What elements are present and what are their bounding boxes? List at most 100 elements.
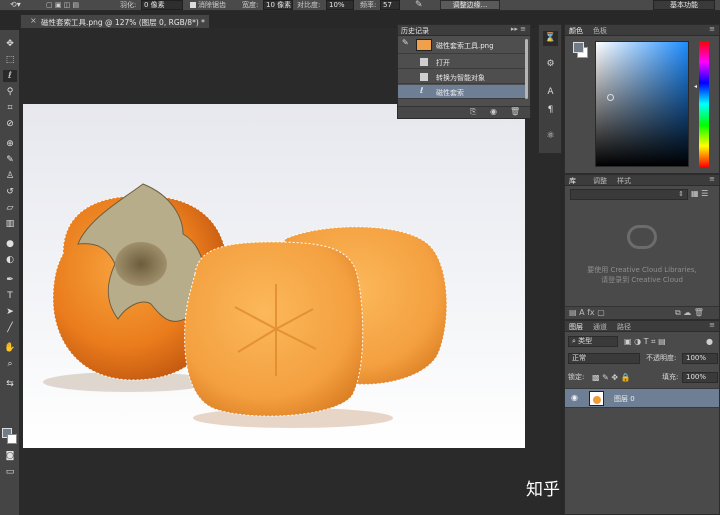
lock-options-icons[interactable]: ▩ ✎ ✥ 🔒: [592, 372, 631, 383]
history-item-label: 打开: [436, 59, 450, 67]
gradient-tool-icon[interactable]: ▥: [3, 218, 17, 230]
default-colors-icon[interactable]: ⇆: [3, 378, 17, 390]
character-panel-icon[interactable]: A: [543, 85, 558, 100]
history-tab[interactable]: 历史记录: [401, 26, 429, 36]
tab-paths[interactable]: 路径: [617, 322, 631, 332]
tab-adjustments[interactable]: 调整: [593, 176, 607, 186]
width-label: 宽度:: [242, 1, 259, 9]
tab-swatches[interactable]: 色板: [593, 26, 607, 36]
tab-libraries[interactable]: 库: [569, 176, 576, 186]
cc-message-line1: 要使用 Creative Cloud Libraries,: [587, 266, 697, 274]
tab-color[interactable]: 颜色: [569, 26, 583, 36]
color-panel: 颜色 色板 ≡ ◂: [564, 24, 720, 174]
crop-tool-icon[interactable]: ⌗: [3, 102, 17, 114]
opacity-label: 不透明度:: [646, 354, 677, 362]
healing-brush-tool-icon[interactable]: ⊕: [3, 138, 17, 150]
antialias-checkbox[interactable]: 消除锯齿: [190, 0, 226, 10]
library-actions-icons[interactable]: ⧉ ☁ 🗑: [675, 308, 704, 318]
library-view-toggle-icons[interactable]: ▦ ☰: [691, 189, 708, 198]
library-add-icons[interactable]: ▤ A fx ▢: [569, 308, 605, 317]
contrast-input[interactable]: 10%: [326, 0, 354, 10]
move-tool-icon[interactable]: ✥: [3, 38, 17, 50]
lock-row: 锁定: ▩ ✎ ✥ 🔒 填充: 100%: [568, 372, 718, 384]
zoom-tool-icon[interactable]: ⌕: [3, 358, 17, 370]
history-brush-source-icon[interactable]: ✎: [402, 38, 409, 47]
path-selection-tool-icon[interactable]: ➤: [3, 306, 17, 318]
properties-panel-icon[interactable]: ⚛: [543, 129, 558, 144]
document-tab[interactable]: × 磁性套索工具.png @ 127% (图层 0, RGB/8*) *: [20, 14, 210, 28]
layers-tabbar: 图层 通道 路径 ≡: [565, 321, 719, 332]
hand-tool-icon[interactable]: ✋: [3, 342, 17, 354]
blur-tool-icon[interactable]: ●: [3, 238, 17, 250]
calyx-center: [115, 242, 167, 286]
thumbnail-persimmon: [593, 396, 601, 404]
panel-menu-icon[interactable]: ≡: [709, 175, 715, 183]
color-picker-ring[interactable]: [607, 94, 614, 101]
layer-filter-dropdown[interactable]: ⌕ 类型: [568, 336, 618, 347]
lasso-tool-icon[interactable]: ℓ: [3, 70, 17, 82]
color-field[interactable]: [595, 41, 689, 167]
cc-message-line2: 请登录到 Creative Cloud: [601, 276, 683, 284]
feather-input[interactable]: 0 像素: [141, 0, 183, 10]
blend-mode-dropdown[interactable]: 正常: [568, 353, 640, 364]
history-item[interactable]: ℓ 磁性套索: [398, 85, 528, 99]
quick-selection-tool-icon[interactable]: ⚲: [3, 86, 17, 98]
frequency-input[interactable]: 57: [380, 0, 400, 10]
panel-menu-icon[interactable]: ▸▸ ≡: [511, 25, 526, 33]
pen-tool-icon[interactable]: ✒: [3, 274, 17, 286]
selection-mode-icons[interactable]: ▢ ▣ ◫ ▤: [46, 0, 79, 10]
foreground-color-swatch[interactable]: [573, 42, 584, 53]
clone-stamp-tool-icon[interactable]: ♙: [3, 170, 17, 182]
layer-filter-icons[interactable]: ▣ ◑ T ⌗ ▤: [624, 336, 666, 347]
history-panel-icon[interactable]: ⌛: [543, 31, 558, 46]
history-snapshot[interactable]: ✎ 磁性套索工具.png: [398, 36, 528, 54]
type-tool-icon[interactable]: T: [3, 290, 17, 302]
document-icon: [420, 58, 428, 66]
brush-tool-icon[interactable]: ✎: [3, 154, 17, 166]
layer-row[interactable]: ◉ 图层 0: [565, 388, 719, 408]
dodge-tool-icon[interactable]: ◐: [3, 254, 17, 266]
library-dropdown[interactable]: ⇕: [570, 189, 688, 200]
magnetic-lasso-tool-preset-icon[interactable]: ⟲▾: [10, 0, 21, 10]
eyedropper-tool-icon[interactable]: ⊘: [3, 118, 17, 130]
history-item[interactable]: 打开: [398, 55, 528, 69]
magnetic-lasso-icon: ℓ: [420, 86, 424, 95]
close-tab-icon[interactable]: ×: [30, 16, 37, 25]
marquee-tool-icon[interactable]: ⬚: [3, 54, 17, 66]
background-color-swatch[interactable]: [7, 434, 17, 444]
panel-menu-icon[interactable]: ≡: [709, 25, 715, 33]
filter-toggle-icon[interactable]: ●: [706, 336, 713, 347]
layer-filter-label: 类型: [578, 337, 593, 345]
tab-styles[interactable]: 样式: [617, 176, 631, 186]
history-brush-tool-icon[interactable]: ↺: [3, 186, 17, 198]
refine-edge-button[interactable]: 调整边缘...: [440, 0, 500, 10]
width-input[interactable]: 10 像素: [263, 0, 293, 10]
tablet-pressure-icon[interactable]: ✎: [415, 0, 423, 10]
workspace-switcher[interactable]: 基本功能: [653, 0, 715, 10]
eraser-tool-icon[interactable]: ▱: [3, 202, 17, 214]
panel-menu-icon[interactable]: ≡: [709, 321, 715, 329]
hue-slider[interactable]: [699, 41, 709, 167]
quick-mask-icon[interactable]: ◙: [3, 450, 17, 462]
trash-icon[interactable]: 🗑: [510, 107, 520, 116]
fill-input[interactable]: 100%: [682, 372, 718, 383]
hue-slider-arrow-icon[interactable]: ◂: [694, 83, 697, 90]
shape-tool-icon[interactable]: ╱: [3, 322, 17, 334]
snapshot-camera-icon[interactable]: ◉: [490, 107, 497, 116]
actions-panel-icon[interactable]: ⚙: [543, 57, 558, 72]
tab-layers[interactable]: 图层: [569, 322, 583, 332]
screen-mode-icon[interactable]: ▭: [3, 466, 17, 478]
history-item-label: 磁性套索: [436, 89, 464, 97]
snapshot-thumbnail: [416, 39, 432, 51]
new-document-icon[interactable]: ⎘: [470, 107, 476, 117]
persimmon-image[interactable]: [23, 104, 525, 448]
paragraph-panel-icon[interactable]: ¶: [543, 103, 558, 118]
history-scrollbar[interactable]: [525, 39, 528, 99]
visibility-eye-icon[interactable]: ◉: [571, 393, 578, 402]
creative-cloud-logo-icon: [627, 225, 657, 249]
history-item[interactable]: 转换为智能对象: [398, 70, 528, 84]
libraries-tabbar: 库 调整 样式 ≡: [565, 175, 719, 186]
opacity-input[interactable]: 100%: [682, 353, 718, 364]
blend-row: 正常 不透明度: 100%: [568, 353, 718, 365]
tab-channels[interactable]: 通道: [593, 322, 607, 332]
